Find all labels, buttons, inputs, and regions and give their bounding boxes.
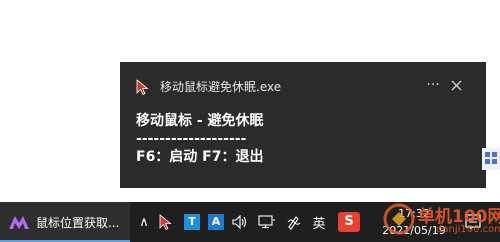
tray-t-label: T [184, 214, 200, 230]
clock[interactable]: 17:32 2021/05/19 [366, 204, 462, 240]
pen-input-icon[interactable] [284, 202, 304, 242]
toast-app-name: 移动鼠标避免休眠.exe [160, 80, 282, 94]
toast-separator-line: ------------------- [136, 131, 247, 147]
clock-date: 2021/05/19 [382, 224, 446, 237]
clock-time: 17:32 [398, 207, 430, 220]
close-icon [451, 80, 462, 91]
tray-t-app-icon[interactable]: T [182, 202, 202, 242]
app-logo-icon [8, 214, 30, 230]
toast-header: 移动鼠标避免休眠.exe ··· [120, 76, 486, 96]
volume-icon[interactable] [230, 202, 250, 242]
taskbar-app-button[interactable]: 鼠标位置获取... [0, 202, 130, 242]
toast-notification[interactable]: 移动鼠标避免休眠.exe ··· 移动鼠标 - 避免休眠 -----------… [120, 62, 486, 188]
more-options-button[interactable]: ··· [424, 76, 442, 96]
notification-icon [465, 214, 481, 230]
toast-title-line: 移动鼠标 - 避免休眠 [136, 113, 264, 129]
tray-a-app-icon[interactable]: A [206, 202, 226, 242]
toast-message: 移动鼠标 - 避免休眠 ------------------- F6：启动 F7… [136, 112, 470, 166]
show-hidden-icons-button[interactable]: ∧ [136, 202, 152, 242]
toast-hotkey-line: F6：启动 F7：退出 [136, 149, 264, 165]
grid-widget-icon[interactable] [482, 148, 500, 170]
tray-mouse-cursor-icon[interactable] [156, 202, 176, 242]
network-icon[interactable] [256, 202, 278, 242]
taskbar-app-label: 鼠标位置获取... [36, 216, 120, 230]
sogou-label: S [338, 212, 360, 232]
input-method-indicator[interactable]: 英 [308, 202, 330, 242]
tray-a-label: A [208, 214, 224, 230]
mouse-cursor-icon [136, 79, 150, 96]
action-center-button[interactable] [462, 202, 484, 242]
taskbar: 鼠标位置获取... ∧ T A 英 S 17:32 2021/05/19 [0, 202, 500, 242]
close-button[interactable] [448, 76, 466, 96]
sogou-ime-icon[interactable]: S [336, 202, 362, 242]
